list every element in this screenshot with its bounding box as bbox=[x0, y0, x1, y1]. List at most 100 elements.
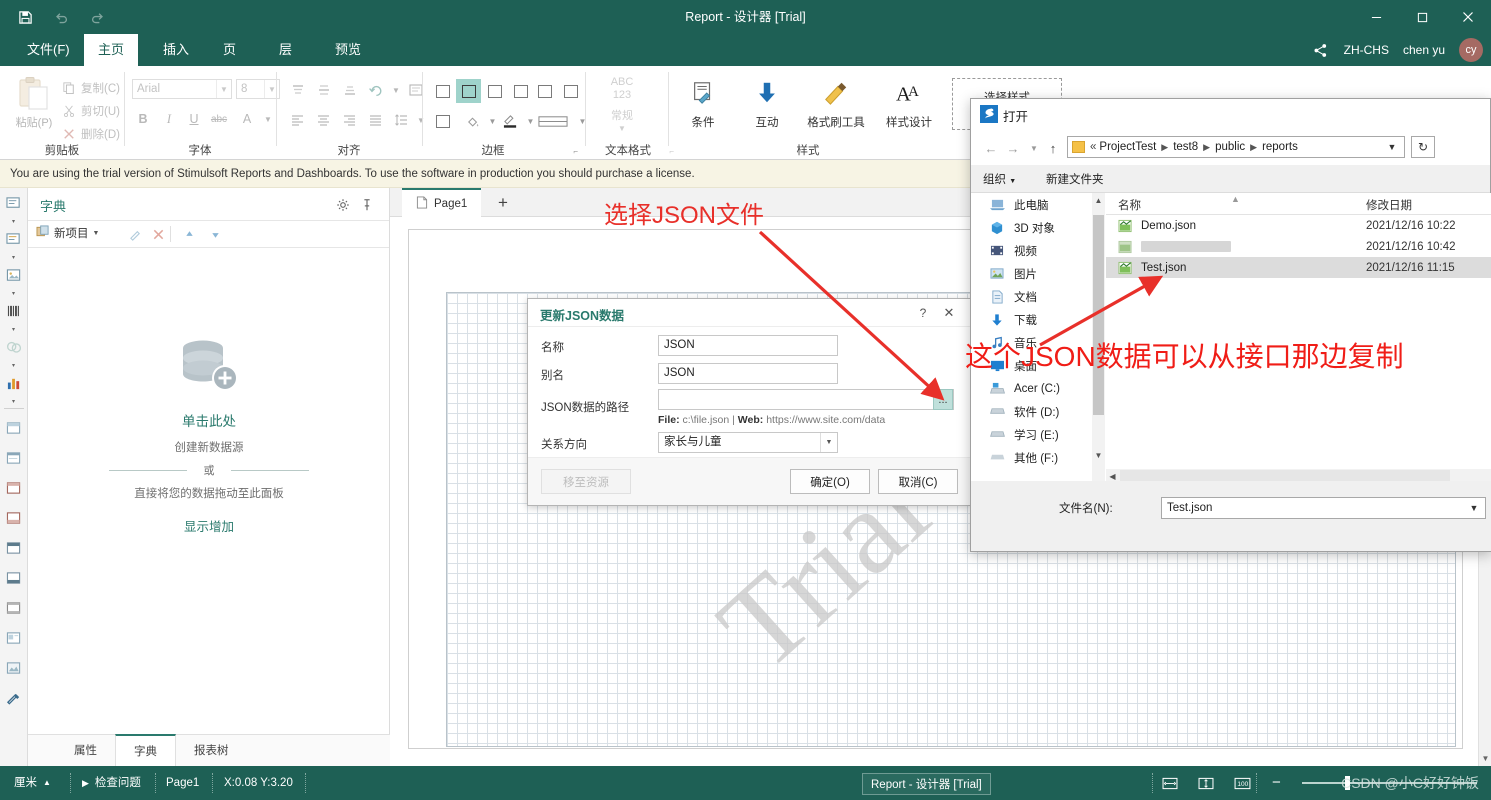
new-item-button[interactable]: 新项目 ▼ bbox=[36, 225, 99, 241]
tab-page[interactable]: 页 bbox=[210, 34, 249, 66]
breadcrumb-item-0[interactable]: ProjectTest bbox=[1099, 141, 1156, 153]
sidebar-item-study-e[interactable]: 学习 (E:) bbox=[971, 423, 1106, 446]
border-right-button[interactable] bbox=[508, 79, 533, 103]
zoom-100-icon[interactable]: 100 bbox=[1232, 773, 1252, 793]
sidebar-item-downloads[interactable]: 下载 bbox=[971, 308, 1106, 331]
border-bottom-button[interactable] bbox=[558, 79, 583, 103]
cancel-button[interactable]: 取消(C) bbox=[878, 469, 958, 494]
edit-icon[interactable] bbox=[126, 226, 144, 243]
avatar[interactable]: cy bbox=[1459, 38, 1483, 62]
page-header-band-icon[interactable] bbox=[0, 443, 28, 473]
bold-button[interactable]: B bbox=[132, 108, 154, 130]
create-datasource-title[interactable]: 单击此处 bbox=[28, 410, 390, 430]
tab-dictionary[interactable]: 字典 bbox=[115, 734, 176, 767]
organize-button[interactable]: 组织 ▼ bbox=[983, 171, 1016, 187]
copy-command[interactable]: 复制(C) bbox=[62, 80, 120, 96]
underline-button[interactable]: U bbox=[183, 108, 205, 130]
page-tab-page1[interactable]: Page1 bbox=[402, 188, 482, 217]
italic-button[interactable]: I bbox=[158, 108, 180, 130]
sidebar-item-pictures[interactable]: 图片 bbox=[971, 262, 1106, 285]
dictionary-empty-state[interactable]: 单击此处 创建新数据源 或 直接将您的数据拖动至此面板 显示增加 bbox=[28, 338, 390, 535]
pin-icon[interactable] bbox=[359, 197, 375, 213]
align-right-button[interactable] bbox=[338, 109, 362, 131]
panel-icon[interactable] bbox=[0, 653, 28, 683]
tab-report-tree[interactable]: 报表树 bbox=[176, 735, 247, 767]
style-designer-button[interactable]: AA 样式设计 bbox=[874, 74, 944, 138]
tab-home[interactable]: 主页 bbox=[84, 34, 138, 66]
page-view-icon[interactable] bbox=[1160, 773, 1180, 793]
move-down-icon[interactable] bbox=[206, 226, 224, 243]
border-left-button[interactable] bbox=[482, 79, 507, 103]
breadcrumb[interactable]: « ProjectTest ▶ test8 ▶ public ▶ reports… bbox=[1067, 136, 1405, 158]
sidebar-item-other-f[interactable]: 其他 (F:) bbox=[971, 446, 1106, 469]
up-arrow-icon[interactable]: ↑ bbox=[1043, 138, 1063, 158]
align-justify-button[interactable] bbox=[364, 109, 388, 131]
language-selector[interactable]: ZH-CHS bbox=[1344, 43, 1389, 57]
column-modified-date[interactable]: 修改日期 bbox=[1366, 197, 1412, 213]
footer-band-icon[interactable] bbox=[0, 533, 28, 563]
column-name[interactable]: 名称 bbox=[1118, 197, 1141, 213]
image-icon[interactable] bbox=[0, 260, 28, 290]
recent-dropdown-icon[interactable]: ▼ bbox=[1024, 138, 1044, 158]
report-title-band-icon[interactable] bbox=[0, 413, 28, 443]
tools-icon[interactable] bbox=[0, 683, 28, 713]
new-folder-button[interactable]: 新建文件夹 bbox=[1046, 171, 1104, 187]
zoom-out-button[interactable]: − bbox=[1272, 766, 1281, 800]
add-page-button[interactable]: + bbox=[490, 188, 516, 217]
scroll-down-icon[interactable]: ▼ bbox=[1092, 448, 1105, 463]
browse-button[interactable]: ... bbox=[933, 389, 953, 410]
interaction-button[interactable]: 互动 bbox=[736, 74, 798, 138]
back-arrow-icon[interactable]: ← bbox=[981, 138, 1001, 158]
breadcrumb-item-3[interactable]: reports bbox=[1262, 141, 1298, 153]
align-middle-button[interactable] bbox=[312, 79, 336, 101]
text-box-icon[interactable] bbox=[0, 188, 28, 218]
filename-input[interactable]: Test.json ▼ bbox=[1161, 497, 1486, 519]
paste-button[interactable]: 粘贴(P) bbox=[8, 74, 60, 138]
path-input[interactable] bbox=[658, 389, 954, 410]
sidebar-item-3d-objects[interactable]: 3D 对象 bbox=[971, 216, 1106, 239]
border-none-button[interactable] bbox=[430, 79, 455, 103]
group-header-band-icon[interactable] bbox=[0, 593, 28, 623]
condition-button[interactable]: 条件 bbox=[672, 74, 734, 138]
table-row[interactable]: 2021/12/16 10:42 bbox=[1106, 236, 1491, 257]
chart-icon[interactable] bbox=[0, 368, 28, 398]
minimize-button[interactable] bbox=[1353, 0, 1399, 34]
format-painter-button[interactable]: 格式刷工具 bbox=[800, 74, 872, 138]
sidebar-item-videos[interactable]: 视频 bbox=[971, 239, 1106, 262]
move-up-icon[interactable] bbox=[180, 226, 198, 243]
border-all-button[interactable] bbox=[456, 79, 481, 103]
maximize-button[interactable] bbox=[1399, 0, 1445, 34]
sidebar-item-software-d[interactable]: 软件 (D:) bbox=[971, 400, 1106, 423]
sidebar-item-documents[interactable]: 文档 bbox=[971, 285, 1106, 308]
table-row[interactable]: Demo.json 2021/12/16 10:22 bbox=[1106, 215, 1491, 236]
help-icon[interactable]: ? bbox=[914, 304, 932, 322]
json-data-dialog[interactable]: 更新JSON数据 ? ✕ 名称 JSON 别名 JSON JSON数据的路径 .… bbox=[527, 298, 972, 506]
rich-text-icon[interactable] bbox=[0, 224, 28, 254]
align-center-button[interactable] bbox=[312, 109, 336, 131]
move-to-resources-button[interactable]: 移至资源 bbox=[541, 469, 631, 494]
data-band-icon[interactable] bbox=[0, 503, 28, 533]
breadcrumb-item-2[interactable]: public bbox=[1215, 141, 1245, 153]
fit-width-icon[interactable] bbox=[1196, 773, 1216, 793]
text-format-preview[interactable]: ABC 123 常规 ▼ bbox=[588, 76, 656, 133]
units-selector[interactable]: 厘米 ▲ bbox=[14, 766, 51, 800]
user-name[interactable]: chen yu bbox=[1403, 43, 1445, 57]
open-file-dialog[interactable]: 打开 ← → ▼ ↑ « ProjectTest ▶ test8 ▶ publi… bbox=[970, 98, 1491, 552]
shape-icon[interactable] bbox=[0, 332, 28, 362]
show-more-link[interactable]: 显示增加 bbox=[28, 516, 390, 535]
chevron-down-icon[interactable]: ▼ bbox=[1464, 498, 1484, 518]
ok-button[interactable]: 确定(O) bbox=[790, 469, 870, 494]
table-row[interactable]: Test.json 2021/12/16 11:15 bbox=[1106, 257, 1491, 278]
share-icon[interactable] bbox=[1312, 41, 1330, 59]
font-color-button[interactable]: A bbox=[236, 108, 258, 130]
breadcrumb-item-1[interactable]: test8 bbox=[1173, 141, 1198, 153]
forward-arrow-icon[interactable]: → bbox=[1003, 138, 1023, 158]
barcode-icon[interactable] bbox=[0, 296, 28, 326]
tab-properties[interactable]: 属性 bbox=[56, 735, 115, 767]
alias-input[interactable]: JSON bbox=[658, 363, 838, 384]
header-band-icon[interactable] bbox=[0, 473, 28, 503]
align-bottom-button[interactable] bbox=[338, 79, 362, 101]
border-dialog-launcher[interactable]: ⌐ bbox=[573, 147, 578, 156]
tab-file[interactable]: 文件(F) bbox=[14, 34, 83, 66]
sidebar-item-acer-c[interactable]: Acer (C:) bbox=[971, 377, 1106, 400]
